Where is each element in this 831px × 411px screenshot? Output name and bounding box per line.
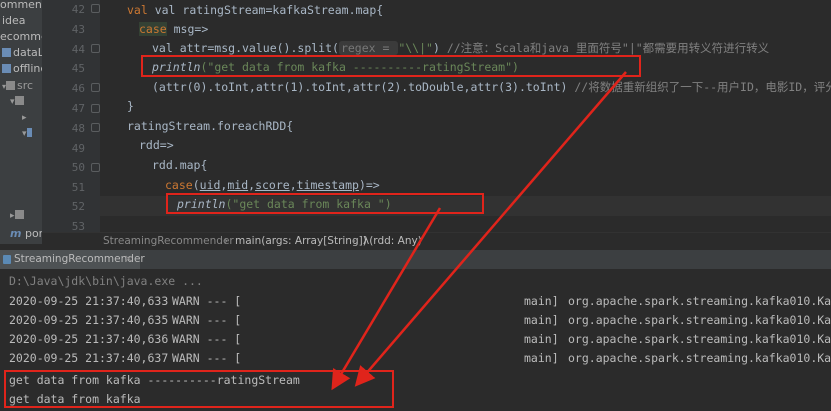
arrow-line-2 xyxy=(331,207,442,391)
arrow-line-1 xyxy=(354,71,627,387)
annotation-arrows xyxy=(331,71,627,391)
